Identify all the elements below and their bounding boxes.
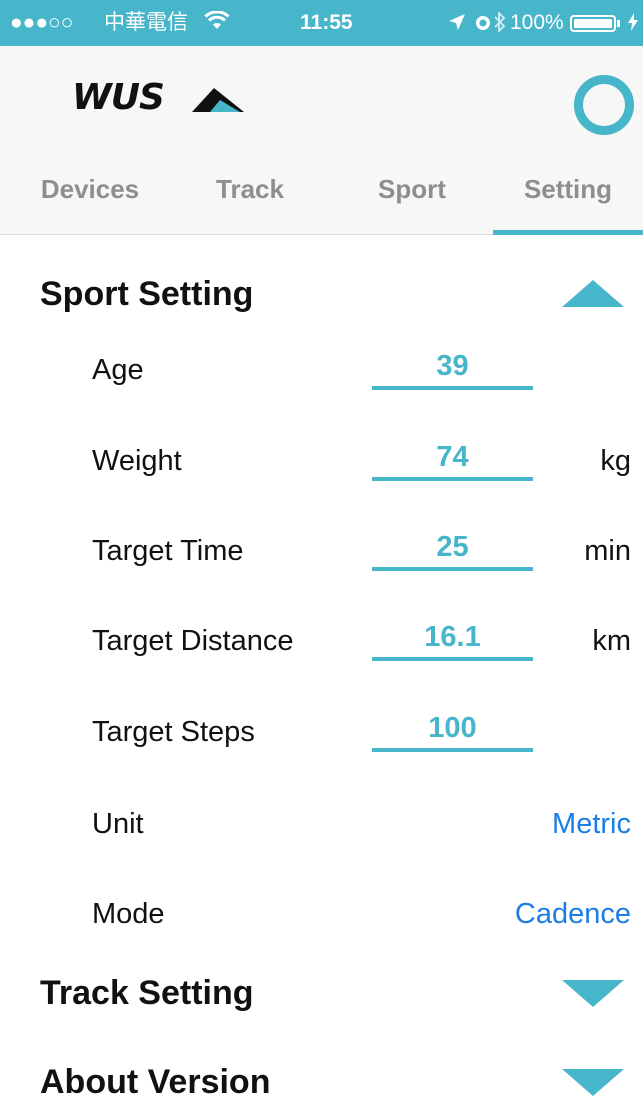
logo-wordmark: WUS [72, 77, 165, 118]
unit-row: Unit Metric [0, 794, 643, 854]
tab-track[interactable]: Track [175, 158, 325, 234]
app-header: WUS Devices Track Sport Setting [0, 46, 643, 235]
sport-setting-header[interactable]: Sport Setting [0, 264, 643, 324]
expand-triangle-icon[interactable] [562, 980, 624, 1007]
target-steps-input[interactable] [372, 708, 533, 752]
section-title: Track Setting [40, 974, 254, 1012]
weight-row: Weight kg [0, 431, 643, 491]
connection-ring-button[interactable] [574, 75, 634, 135]
wifi-icon [204, 0, 230, 46]
section-title: Sport Setting [40, 275, 254, 313]
collapse-triangle-icon[interactable] [562, 280, 624, 307]
target-distance-label: Target Distance [92, 625, 294, 657]
unit-selector[interactable]: Metric [552, 794, 631, 854]
expand-triangle-icon[interactable] [562, 1069, 624, 1096]
tab-bar: Devices Track Sport Setting [0, 158, 643, 234]
target-distance-row: Target Distance km [0, 611, 643, 671]
bluetooth-icon [494, 0, 506, 46]
carrier-name: 中華電信 [104, 11, 188, 34]
active-tab-indicator [493, 230, 643, 235]
about-version-header[interactable]: About Version [0, 1052, 643, 1100]
weight-label: Weight [92, 445, 182, 477]
target-time-label: Target Time [92, 535, 244, 567]
tab-sport[interactable]: Sport [337, 158, 487, 234]
target-steps-row: Target Steps [0, 702, 643, 762]
tab-devices[interactable]: Devices [15, 158, 165, 234]
weight-input[interactable] [372, 437, 533, 481]
target-time-unit: min [584, 535, 631, 567]
target-time-row: Target Time min [0, 521, 643, 581]
target-distance-unit: km [592, 625, 631, 657]
target-distance-input[interactable] [372, 617, 533, 661]
charging-bolt-icon [628, 0, 638, 46]
target-time-input[interactable] [372, 527, 533, 571]
weight-unit: kg [600, 445, 631, 477]
alarm-clock-icon [474, 0, 492, 46]
section-title: About Version [40, 1063, 271, 1100]
mode-row: Mode Cadence [0, 884, 643, 944]
clock-time: 11:55 [300, 11, 353, 34]
battery-tip [617, 20, 620, 27]
location-arrow-icon [448, 0, 466, 46]
logo-triangle-icon [192, 88, 244, 112]
target-steps-label: Target Steps [92, 716, 255, 748]
unit-label: Unit [92, 808, 144, 840]
battery-percentage: 100% [510, 11, 564, 34]
mode-selector[interactable]: Cadence [515, 884, 631, 944]
battery-icon [570, 15, 616, 32]
signal-strength-icon: ●●●○○ [10, 11, 74, 34]
tab-setting[interactable]: Setting [493, 158, 643, 234]
age-row: Age [0, 340, 643, 400]
battery-level-fill [574, 19, 612, 28]
screen: ●●●○○ 中華電信 11:55 100% WUS Devices Track … [0, 0, 643, 1100]
wus-logo: WUS [72, 78, 247, 118]
age-label: Age [92, 354, 144, 386]
status-bar: ●●●○○ 中華電信 11:55 100% [0, 0, 643, 46]
age-input[interactable] [372, 346, 533, 390]
track-setting-header[interactable]: Track Setting [0, 963, 643, 1023]
mode-label: Mode [92, 898, 165, 930]
